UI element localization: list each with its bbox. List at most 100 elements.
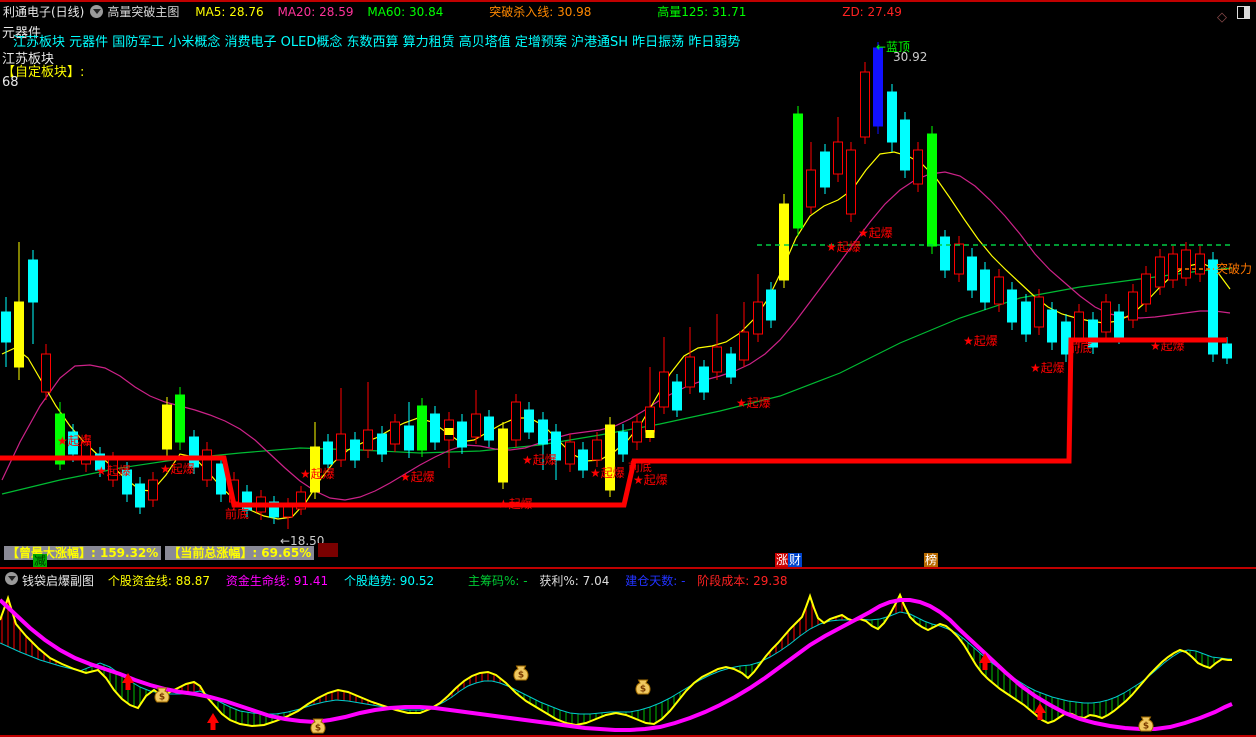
chart-label: ★起爆 (498, 497, 533, 511)
candle-body (699, 366, 709, 393)
chevron-down-icon[interactable] (5, 572, 18, 585)
candle-body (135, 483, 145, 508)
chart-label: ★起爆 (736, 396, 771, 410)
svg-text:$: $ (518, 671, 524, 681)
ma60-value: MA60: 30.84 (367, 5, 444, 19)
chart-label: ★起爆 (400, 470, 435, 484)
chart-label: 前底 (628, 459, 652, 474)
candle-body (457, 421, 467, 448)
cai-badge: 财 (788, 553, 803, 567)
svg-text:$: $ (640, 685, 646, 695)
candle-body (1181, 249, 1191, 279)
candle-body (618, 431, 628, 455)
candle-body (390, 421, 400, 445)
candle-body (1155, 256, 1165, 288)
candle-body (350, 439, 360, 461)
candle-body (766, 289, 776, 321)
candle-body (753, 301, 763, 335)
candle-body (430, 413, 440, 443)
split-window-icon[interactable] (1237, 6, 1250, 19)
current-gain-chip: 【当前总涨幅】: 69.65% (165, 546, 315, 560)
sub-indicator-name[interactable]: 钱袋启爆副图 (22, 574, 94, 588)
candle-body (927, 133, 937, 247)
breakout-line-value: 突破杀入线: 30.98 (489, 5, 592, 19)
titlebar-icons: ◇ (1217, 6, 1250, 25)
chart-label: ★起爆 (858, 226, 893, 240)
candle-body (820, 151, 830, 188)
candle-body (994, 276, 1004, 305)
candle-body (592, 439, 602, 461)
candle-body (1047, 309, 1057, 343)
candle-body (14, 301, 24, 368)
candle-body (404, 425, 414, 451)
chart-label: ★起爆 (300, 467, 335, 481)
candle-body (417, 405, 427, 451)
candle-body (1128, 291, 1138, 321)
candle-body (940, 236, 950, 271)
fund-line-value: 个股资金线: 88.87 (107, 574, 211, 588)
panel-divider (0, 567, 1256, 569)
sector-tags-row[interactable]: 江苏板块 元器件 国防军工 小米概念 消费电子 OLED概念 东数西算 算力租赁… (13, 31, 740, 50)
diamond-icon[interactable]: ◇ (1217, 10, 1227, 25)
candle-body (712, 346, 722, 373)
candle-body (645, 406, 655, 433)
money-bag-icon: $ (1138, 716, 1154, 732)
buy-arrow-icon (207, 713, 219, 730)
ma5-value: MA5: 28.76 (195, 5, 264, 19)
chart-label: 突破力 (1216, 261, 1252, 276)
candle-body (659, 371, 669, 408)
candle-body (565, 441, 575, 465)
fund-life-line-value: 资金生命线: 91.41 (225, 574, 329, 588)
chart-label: 前底 (1068, 340, 1092, 355)
candle-body (833, 141, 843, 175)
candle-body (41, 353, 51, 393)
custom-block-count: 68 (2, 75, 19, 90)
chart-label: ★起爆 (826, 240, 861, 254)
main-and-sub-chart-canvas[interactable]: ★起爆★起爆 ★起爆前底←18.50★起爆 ★起爆★起爆★起爆★起爆 前底★起爆★起爆… (0, 2, 1256, 737)
chart-label: ★起爆 (1150, 339, 1185, 353)
chart-label: ★起爆 (633, 473, 668, 487)
stock-title: 利通电子(日线) (3, 5, 85, 19)
candle-body (1222, 343, 1232, 359)
candle-body (632, 421, 642, 443)
candle-body (162, 404, 172, 450)
candle-body (726, 353, 736, 378)
trading-app-window: ★起爆 ★起爆 ★起爆 前底 ←18.50 ★起爆 ★起爆 ★起爆 ★起爆 ★起爆 前底 ★起爆 ★起爆… (0, 0, 1256, 737)
titlebar: 利通电子(日线) 高量突破主图 MA5: 28.76 MA20: 28.59 MA… (0, 4, 1256, 22)
stock-trend-value: 个股趋势: 90.52 (343, 574, 435, 588)
candle-body (739, 331, 749, 361)
candle-body (1195, 253, 1205, 275)
candle-body (484, 416, 494, 441)
max-gain-chip: 【曾最大涨幅】: 159.32% (4, 546, 162, 560)
candle-body (860, 71, 870, 138)
candle-body (672, 381, 682, 411)
position-days: 建仓天数: - (625, 574, 686, 588)
candle-body (967, 256, 977, 291)
candle-body (1168, 253, 1178, 281)
sub-indicator-header: 钱袋启爆副图 个股资金线: 88.87 资金生命线: 91.41 个股趋势: 9… (0, 571, 1256, 588)
main-indicator-name[interactable]: 高量突破主图 (107, 5, 179, 19)
ma20-value: MA20: 28.59 (277, 5, 354, 19)
chart-label: 30.92 (893, 50, 927, 64)
candle-body (1141, 273, 1151, 305)
fund-line (0, 592, 1232, 728)
chart-label: 前底 (225, 506, 249, 521)
candle-body (363, 429, 373, 451)
candle-body (471, 413, 481, 438)
candle-body (685, 356, 695, 388)
candle-body (202, 449, 212, 481)
candle-body (524, 409, 534, 433)
chart-label: ★起爆 (590, 466, 625, 480)
candle-body (1007, 289, 1017, 323)
highvol-band (645, 430, 655, 438)
gain-stats-row: 【曾最大涨幅】: 159.32% 【当前总涨幅】: 69.65% (4, 543, 342, 560)
chart-label: ★起爆 (1030, 361, 1065, 375)
bang-badge: 榜 (924, 553, 939, 567)
candle-body (806, 169, 816, 208)
zd-value: ZD: 27.49 (842, 5, 902, 19)
trend-line (0, 611, 1232, 715)
candle-body (148, 479, 158, 501)
candle-body (846, 149, 856, 215)
stage-cost: 阶段成本: 29.38 (697, 574, 788, 588)
chevron-down-icon[interactable] (90, 5, 104, 18)
